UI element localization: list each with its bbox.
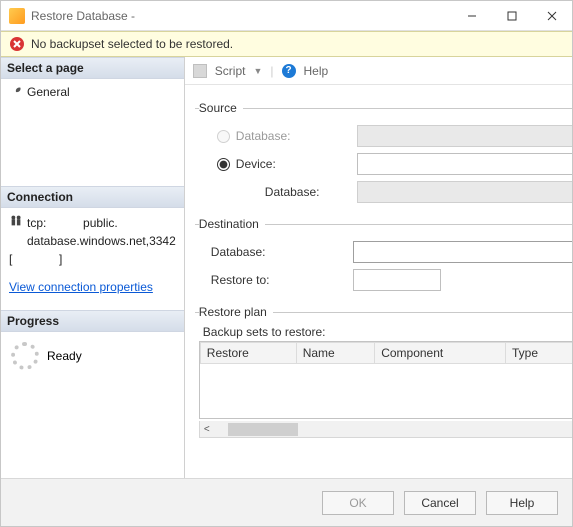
conn-bracket-close: ] [59,252,62,266]
connection-header: Connection [1,186,184,208]
cancel-button[interactable]: Cancel [404,491,476,515]
progress-panel: Ready [1,332,184,380]
dialog-body: Select a page General Connection tcp: pu… [1,57,572,478]
col-restore[interactable]: Restore [200,343,296,364]
app-icon [9,8,25,24]
server-icon [9,214,23,228]
source-database-combo[interactable] [357,125,572,147]
source-database-radio[interactable]: Database: [217,129,327,143]
connection-panel: tcp: public. database.windows.net,3342 [… [1,208,184,310]
help-button[interactable]: Help [304,64,329,78]
view-connection-properties-link[interactable]: View connection properties [9,280,153,294]
script-dropdown-icon[interactable]: ▼ [253,66,262,76]
maximize-button[interactable] [492,1,532,31]
select-page-header: Select a page [1,57,184,79]
error-icon [9,36,25,52]
restore-plan-legend: Restore plan [199,305,273,319]
source-device-radio-input[interactable] [217,158,230,171]
source-database-label: Database: [236,129,291,143]
destination-legend: Destination [199,217,265,231]
source-subdatabase-label: Database: [261,185,357,199]
source-database-radio-input[interactable] [217,130,230,143]
source-group: Source Database: Device: [195,101,572,207]
source-device-radio[interactable]: Device: [217,157,327,171]
button-bar: OK Cancel Help [1,478,572,526]
page-general[interactable]: General [5,83,180,101]
col-type[interactable]: Type [506,343,572,364]
horizontal-scrollbar[interactable]: < > [199,421,572,438]
close-button[interactable] [532,1,572,31]
alert-bar: No backupset selected to be restored. [1,31,572,57]
backup-sets-table[interactable]: Restore Name Component Type Server Datab… [199,341,572,419]
scroll-left-icon[interactable]: < [200,424,214,435]
script-button[interactable]: Script [215,64,246,78]
progress-spinner-icon [11,342,39,370]
help-icon: ? [282,64,296,78]
scroll-thumb[interactable] [228,423,298,436]
help-dialog-button[interactable]: Help [486,491,558,515]
destination-database-label: Database: [207,245,325,259]
toolbar: Script ▼ | ? Help [185,57,572,85]
titlebar: Restore Database - [1,1,572,31]
left-panel: Select a page General Connection tcp: pu… [1,57,185,478]
right-panel: Script ▼ | ? Help Source Database: [185,57,572,478]
conn-bracket-open: [ [9,252,12,266]
alert-text: No backupset selected to be restored. [31,37,233,51]
restore-plan-group: Restore plan Backup sets to restore: Res… [195,305,572,466]
progress-header: Progress [1,310,184,332]
conn-line2: database.windows.net,3342 [27,234,176,248]
source-device-label: Device: [236,157,276,171]
window-title: Restore Database - [31,9,452,23]
progress-status: Ready [47,349,82,363]
page-list: General [1,79,184,186]
wrench-icon [9,85,23,99]
conn-suffix: public. [83,216,118,230]
minimize-button[interactable] [452,1,492,31]
ok-button[interactable]: OK [322,491,394,515]
backup-sets-label: Backup sets to restore: [203,325,572,339]
destination-group: Destination Database: ⌄ Restore to: Time… [195,217,572,295]
restore-to-input[interactable] [353,269,441,291]
source-subdatabase-combo[interactable]: ⌄ [357,181,572,203]
col-component[interactable]: Component [375,343,506,364]
form-area: Source Database: Device: [185,85,572,478]
source-legend: Source [199,101,243,115]
col-name[interactable]: Name [296,343,374,364]
script-icon [193,64,207,78]
source-device-input[interactable] [357,153,572,175]
page-general-label: General [27,85,70,99]
destination-database-combo[interactable]: ⌄ [353,241,572,263]
connection-info: tcp: public. database.windows.net,3342 [… [5,212,180,298]
conn-prefix: tcp: [27,216,46,230]
restore-to-label: Restore to: [207,273,325,287]
restore-database-dialog: Restore Database - No backupset selected… [0,0,573,527]
